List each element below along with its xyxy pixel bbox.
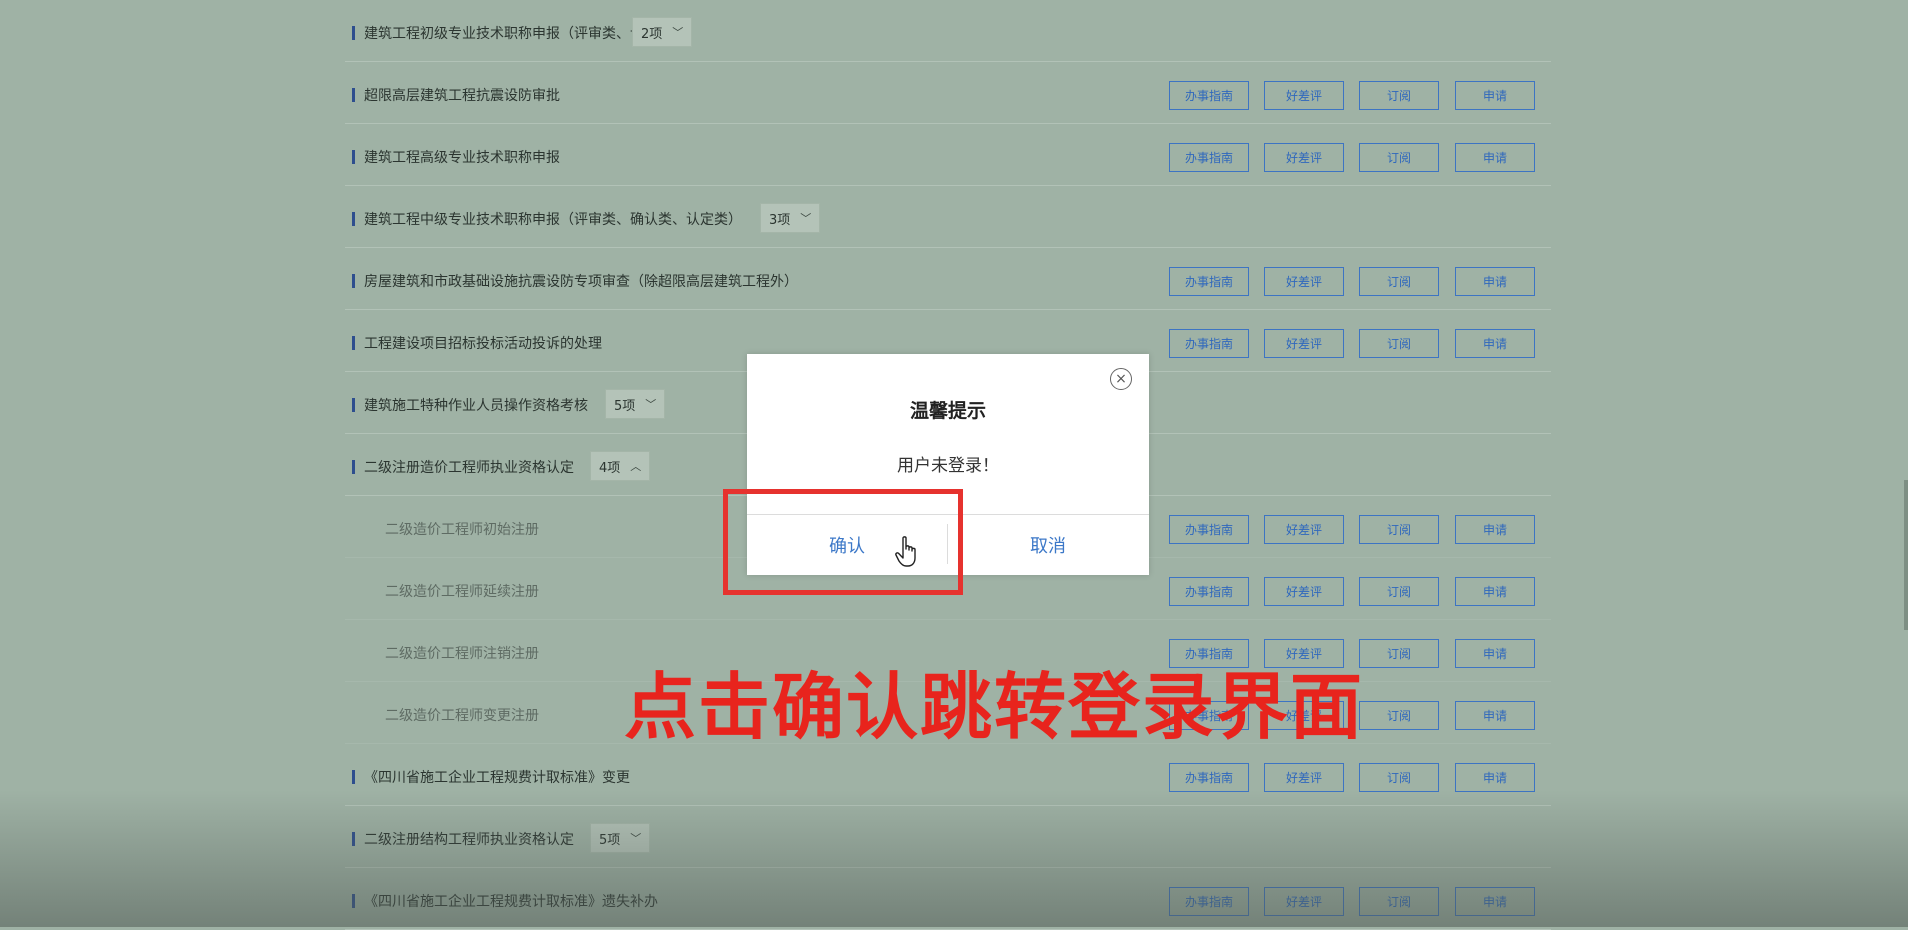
subscribe-button[interactable]: 订阅 xyxy=(1359,639,1439,668)
row-marker xyxy=(352,832,355,846)
guide-button[interactable]: 办事指南 xyxy=(1169,81,1249,110)
chevron-down-icon: ﹀ xyxy=(645,398,657,411)
item-title[interactable]: 二级造价工程师注销注册 xyxy=(385,643,539,663)
item-title[interactable]: 二级造价工程师初始注册 xyxy=(385,519,539,539)
apply-button[interactable]: 申请 xyxy=(1455,329,1535,358)
subscribe-button[interactable]: 订阅 xyxy=(1359,515,1439,544)
item-title[interactable]: 二级注册造价工程师执业资格认定 xyxy=(364,457,574,477)
item-count-dropdown[interactable]: 4项 ︿ xyxy=(590,451,651,481)
subscribe-button[interactable]: 订阅 xyxy=(1359,577,1439,606)
row-marker xyxy=(352,770,355,784)
item-title[interactable]: 建筑工程中级专业技术职称申报（评审类、确认类、认定类） xyxy=(364,209,742,229)
guide-button[interactable]: 办事指南 xyxy=(1169,763,1249,792)
row-marker xyxy=(352,894,355,908)
subscribe-button[interactable]: 订阅 xyxy=(1359,267,1439,296)
item-title[interactable]: 房屋建筑和市政基础设施抗震设防专项审查（除超限高层建筑工程外） xyxy=(364,271,798,291)
guide-button[interactable]: 办事指南 xyxy=(1169,329,1249,358)
item-count-label: 5项 xyxy=(614,398,636,414)
chevron-down-icon: ﹀ xyxy=(630,832,642,845)
item-count-label: 2项 xyxy=(641,26,663,42)
hand-pointer-icon xyxy=(895,536,916,567)
row-marker xyxy=(352,212,355,226)
item-title[interactable]: 二级造价工程师延续注册 xyxy=(385,581,539,601)
confirm-highlight-box xyxy=(723,489,963,595)
row-marker xyxy=(352,274,355,288)
rating-button[interactable]: 好差评 xyxy=(1264,763,1344,792)
guide-button[interactable]: 办事指南 xyxy=(1169,577,1249,606)
list-item: 建筑工程中级专业技术职称申报（评审类、确认类、认定类） 3项 ﹀ xyxy=(345,186,1551,248)
scrollbar[interactable] xyxy=(1904,480,1908,630)
apply-button[interactable]: 申请 xyxy=(1455,81,1535,110)
row-marker xyxy=(352,26,355,40)
list-item: 超限高层建筑工程抗震设防审批 办事指南 好差评 订阅 申请 xyxy=(345,62,1551,124)
rating-button[interactable]: 好差评 xyxy=(1264,515,1344,544)
row-marker xyxy=(352,150,355,164)
item-title[interactable]: 二级注册结构工程师执业资格认定 xyxy=(364,829,574,849)
item-count-dropdown[interactable]: 5项 ﹀ xyxy=(590,823,651,853)
item-title[interactable]: 建筑工程高级专业技术职称申报 xyxy=(364,147,560,167)
chevron-up-icon: ︿ xyxy=(630,460,642,473)
item-count-label: 5项 xyxy=(599,832,621,848)
apply-button[interactable]: 申请 xyxy=(1455,267,1535,296)
subscribe-button[interactable]: 订阅 xyxy=(1359,887,1439,916)
item-count-dropdown[interactable]: 5项 ﹀ xyxy=(605,389,666,419)
item-title[interactable]: 工程建设项目招标投标活动投诉的处理 xyxy=(364,333,602,353)
item-count-label: 4项 xyxy=(599,460,621,476)
dialog-title: 温馨提示 xyxy=(909,400,986,422)
close-icon[interactable]: × xyxy=(1110,368,1132,390)
list-item: 二级注册结构工程师执业资格认定 5项 ﹀ xyxy=(345,806,1551,868)
apply-button[interactable]: 申请 xyxy=(1455,763,1535,792)
annotation-caption: 点击确认跳转登录界面 xyxy=(624,665,1365,749)
cancel-button[interactable]: 取消 xyxy=(948,515,1148,575)
rating-button[interactable]: 好差评 xyxy=(1264,329,1344,358)
apply-button[interactable]: 申请 xyxy=(1455,577,1535,606)
apply-button[interactable]: 申请 xyxy=(1455,701,1535,730)
rating-button[interactable]: 好差评 xyxy=(1264,143,1344,172)
row-marker xyxy=(352,398,355,412)
subscribe-button[interactable]: 订阅 xyxy=(1359,143,1439,172)
guide-button[interactable]: 办事指南 xyxy=(1169,515,1249,544)
list-item: 《四川省施工企业工程规费计取标准》变更 办事指南 好差评 订阅 申请 xyxy=(345,744,1551,806)
subscribe-button[interactable]: 订阅 xyxy=(1359,701,1439,730)
list-item: 建筑工程高级专业技术职称申报 办事指南 好差评 订阅 申请 xyxy=(345,124,1551,186)
subscribe-button[interactable]: 订阅 xyxy=(1359,329,1439,358)
chevron-down-icon: ﹀ xyxy=(672,26,684,39)
guide-button[interactable]: 办事指南 xyxy=(1169,887,1249,916)
row-marker xyxy=(352,88,355,102)
guide-button[interactable]: 办事指南 xyxy=(1169,143,1249,172)
rating-button[interactable]: 好差评 xyxy=(1264,267,1344,296)
list-item: 建筑工程初级专业技术职称申报（评审类、认定类） 2项 ﹀ xyxy=(345,0,1551,62)
apply-button[interactable]: 申请 xyxy=(1455,143,1535,172)
row-marker xyxy=(352,460,355,474)
guide-button[interactable]: 办事指南 xyxy=(1169,267,1249,296)
dialog-message: 用户未登录！ xyxy=(897,456,999,476)
chevron-down-icon: ﹀ xyxy=(800,212,812,225)
apply-button[interactable]: 申请 xyxy=(1455,639,1535,668)
list-item: 《四川省施工企业工程规费计取标准》遗失补办 办事指南 好差评 订阅 申请 xyxy=(345,868,1551,930)
item-title[interactable]: 超限高层建筑工程抗震设防审批 xyxy=(364,85,560,105)
item-count-dropdown[interactable]: 3项 ﹀ xyxy=(760,203,821,233)
item-title[interactable]: 二级造价工程师变更注册 xyxy=(385,705,539,725)
item-count-dropdown[interactable]: 2项 ﹀ xyxy=(632,17,693,47)
list-item: 房屋建筑和市政基础设施抗震设防专项审查（除超限高层建筑工程外） 办事指南 好差评 订阅… xyxy=(345,248,1551,310)
row-marker xyxy=(352,336,355,350)
item-title[interactable]: 《四川省施工企业工程规费计取标准》遗失补办 xyxy=(364,891,658,911)
rating-button[interactable]: 好差评 xyxy=(1264,81,1344,110)
subscribe-button[interactable]: 订阅 xyxy=(1359,763,1439,792)
apply-button[interactable]: 申请 xyxy=(1455,887,1535,916)
item-title[interactable]: 《四川省施工企业工程规费计取标准》变更 xyxy=(364,767,630,787)
rating-button[interactable]: 好差评 xyxy=(1264,887,1344,916)
item-count-label: 3项 xyxy=(769,212,791,228)
apply-button[interactable]: 申请 xyxy=(1455,515,1535,544)
subscribe-button[interactable]: 订阅 xyxy=(1359,81,1439,110)
rating-button[interactable]: 好差评 xyxy=(1264,577,1344,606)
item-title[interactable]: 建筑施工特种作业人员操作资格考核 xyxy=(364,395,588,415)
